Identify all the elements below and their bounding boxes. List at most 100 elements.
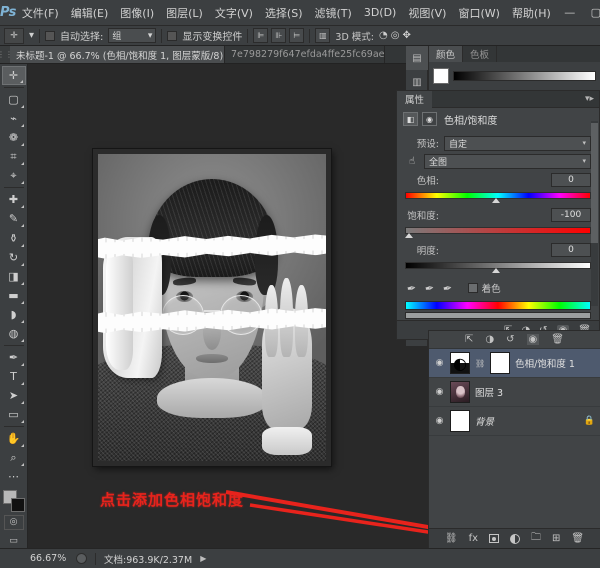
pen-tool[interactable]: ✒ <box>2 348 26 367</box>
color-ramp[interactable] <box>453 71 596 81</box>
color-range-selector[interactable] <box>405 312 591 319</box>
edit-toolbar-button[interactable]: ⋯ <box>2 467 26 486</box>
show-transform-checkbox[interactable] <box>167 31 177 41</box>
menu-item-select[interactable]: 选择(S) <box>259 0 309 26</box>
menu-item-3d[interactable]: 3D(D) <box>358 0 403 26</box>
type-tool[interactable]: T <box>2 367 26 386</box>
menu-item-window[interactable]: 窗口(W) <box>452 0 505 26</box>
adjustment-type-icon[interactable]: ◧ <box>403 112 418 126</box>
menu-item-file[interactable]: 文件(F) <box>16 0 65 26</box>
blur-tool[interactable]: ◗ <box>2 305 26 324</box>
maximize-button[interactable]: ▢ <box>583 0 600 26</box>
menu-item-view[interactable]: 视图(V) <box>402 0 452 26</box>
arrange-icon[interactable]: ▥ <box>315 28 330 43</box>
path-selection-tool[interactable]: ➤ <box>2 386 26 405</box>
eyedropper-add-icon[interactable]: ✒ <box>424 281 435 295</box>
clip-icon[interactable]: ⇱ <box>465 334 473 345</box>
auto-select-dropdown[interactable]: 组 ▾ <box>108 28 156 43</box>
saturation-value[interactable]: -100 <box>551 208 591 222</box>
eyedropper-tool[interactable]: ⌖ <box>2 166 26 185</box>
new-layer-button[interactable]: ⊞ <box>552 533 560 544</box>
lightness-knob[interactable] <box>492 268 500 273</box>
document-tab-inactive[interactable]: 7e798279f647efda4ffe25fc69ae3 <box>225 46 385 63</box>
healing-brush-tool[interactable]: ✚ <box>2 190 26 209</box>
hue-value[interactable]: 0 <box>551 173 591 187</box>
quick-selection-tool[interactable]: ❁ <box>2 128 26 147</box>
visibility-icon[interactable]: ◉ <box>527 334 540 345</box>
eye-link-icon[interactable]: ◑ <box>485 334 494 345</box>
adjustment-mask-icon[interactable]: ◉ <box>422 112 437 126</box>
align-left-icon[interactable]: ⊫ <box>253 28 268 43</box>
link-layers-button[interactable]: ⛓ <box>445 533 458 544</box>
menu-item-type[interactable]: 文字(V) <box>209 0 259 26</box>
reset-icon[interactable]: ↺ <box>506 334 514 345</box>
table-row[interactable]: ◉ ◐ ⛓ 色相/饱和度 1 <box>429 349 600 378</box>
crop-tool[interactable]: ⌗ <box>2 147 26 166</box>
color-chip[interactable] <box>433 68 449 84</box>
auto-select-checkbox[interactable] <box>45 31 55 41</box>
layer-visibility-icon[interactable]: ◉ <box>434 358 445 368</box>
marquee-tool[interactable]: ▢ <box>2 90 26 109</box>
add-mask-button[interactable] <box>489 534 499 543</box>
saturation-slider[interactable] <box>405 225 591 238</box>
layer-visibility-icon[interactable]: ◉ <box>434 387 445 397</box>
table-row[interactable]: ◉ 图层 3 <box>429 378 600 407</box>
new-adjustment-layer-button[interactable] <box>510 534 520 544</box>
colorize-checkbox[interactable] <box>468 283 478 293</box>
quick-mask-button[interactable]: ◎ <box>4 515 24 530</box>
properties-scrollbar[interactable] <box>591 121 598 306</box>
zoom-level[interactable]: 66.67% <box>30 553 68 564</box>
roll-3d-icon[interactable]: ◎ <box>391 30 400 41</box>
layer-style-button[interactable]: fx <box>469 533 478 544</box>
layer-mask-thumbnail[interactable] <box>490 352 510 374</box>
eyedropper-subtract-icon[interactable]: ✒ <box>442 281 453 295</box>
preset-dropdown[interactable]: 自定 ▾ <box>444 136 591 151</box>
eraser-tool[interactable]: ◨ <box>2 267 26 286</box>
panel-menu-icon[interactable]: ▾▸ <box>585 94 599 104</box>
new-group-button[interactable]: 🗀 <box>531 530 541 547</box>
hue-slider[interactable] <box>405 190 591 203</box>
layer-thumbnail-photo[interactable] <box>450 381 470 403</box>
history-panel-icon[interactable]: ▤ <box>406 46 428 70</box>
menu-item-help[interactable]: 帮助(H) <box>506 0 557 26</box>
pan-3d-icon[interactable]: ✥ <box>402 30 410 41</box>
rotate-3d-icon[interactable]: ◔ <box>379 30 388 41</box>
screen-mode-button[interactable]: ▭ <box>4 534 24 549</box>
zoom-tool[interactable]: ⌕ <box>2 448 26 467</box>
tab-color[interactable]: 颜色 <box>429 46 463 62</box>
tab-grip[interactable]: ⋮⋮ <box>0 46 10 63</box>
saturation-knob[interactable] <box>405 233 413 238</box>
document-tab-active[interactable]: 未标题-1 @ 66.7% (色相/饱和度 1, 图层蒙版/8) * ✕ <box>10 46 225 63</box>
on-image-adjust-icon[interactable]: ☝ <box>405 154 419 168</box>
eyedropper-icon[interactable]: ✒ <box>406 281 417 295</box>
menu-item-filter[interactable]: 滤镜(T) <box>309 0 358 26</box>
menu-item-image[interactable]: 图像(I) <box>114 0 160 26</box>
layer-visibility-icon[interactable]: ◉ <box>434 416 445 426</box>
colorize-control[interactable]: 着色 <box>468 281 501 295</box>
delete-layer-button[interactable]: 🗑 <box>571 533 584 544</box>
gradient-tool[interactable]: ▬ <box>2 286 26 305</box>
menu-item-layer[interactable]: 图层(L) <box>160 0 209 26</box>
layer-thumbnail-adjustment[interactable]: ◐ <box>450 352 470 374</box>
align-right-icon[interactable]: ⊨ <box>289 28 304 43</box>
move-tool[interactable]: ✛ <box>2 66 26 85</box>
brush-tool[interactable]: ✎ <box>2 209 26 228</box>
dodge-tool[interactable]: ◍ <box>2 324 26 343</box>
align-center-h-icon[interactable]: ⊪ <box>271 28 286 43</box>
tab-swatches[interactable]: 色板 <box>463 46 497 62</box>
tool-preset-caret[interactable]: ▾ <box>29 30 34 41</box>
canvas-area[interactable] <box>28 64 395 548</box>
layer-thumbnail-background[interactable] <box>450 410 470 432</box>
hue-knob[interactable] <box>492 198 500 203</box>
document-artboard[interactable] <box>93 149 331 466</box>
channel-dropdown[interactable]: 全图 ▾ <box>424 154 591 169</box>
lasso-tool[interactable]: ⌁ <box>2 109 26 128</box>
active-tool-icon[interactable]: ✛ <box>4 28 24 44</box>
lightness-value[interactable]: 0 <box>551 243 591 257</box>
table-row[interactable]: ◉ 背景 🔒 <box>429 407 600 436</box>
clone-stamp-tool[interactable]: ⚱ <box>2 228 26 247</box>
status-caret-icon[interactable]: ▶ <box>200 554 206 563</box>
color-swatches[interactable] <box>2 489 26 511</box>
lightness-slider[interactable] <box>405 260 591 273</box>
trash-icon[interactable]: 🗑 <box>551 334 564 345</box>
